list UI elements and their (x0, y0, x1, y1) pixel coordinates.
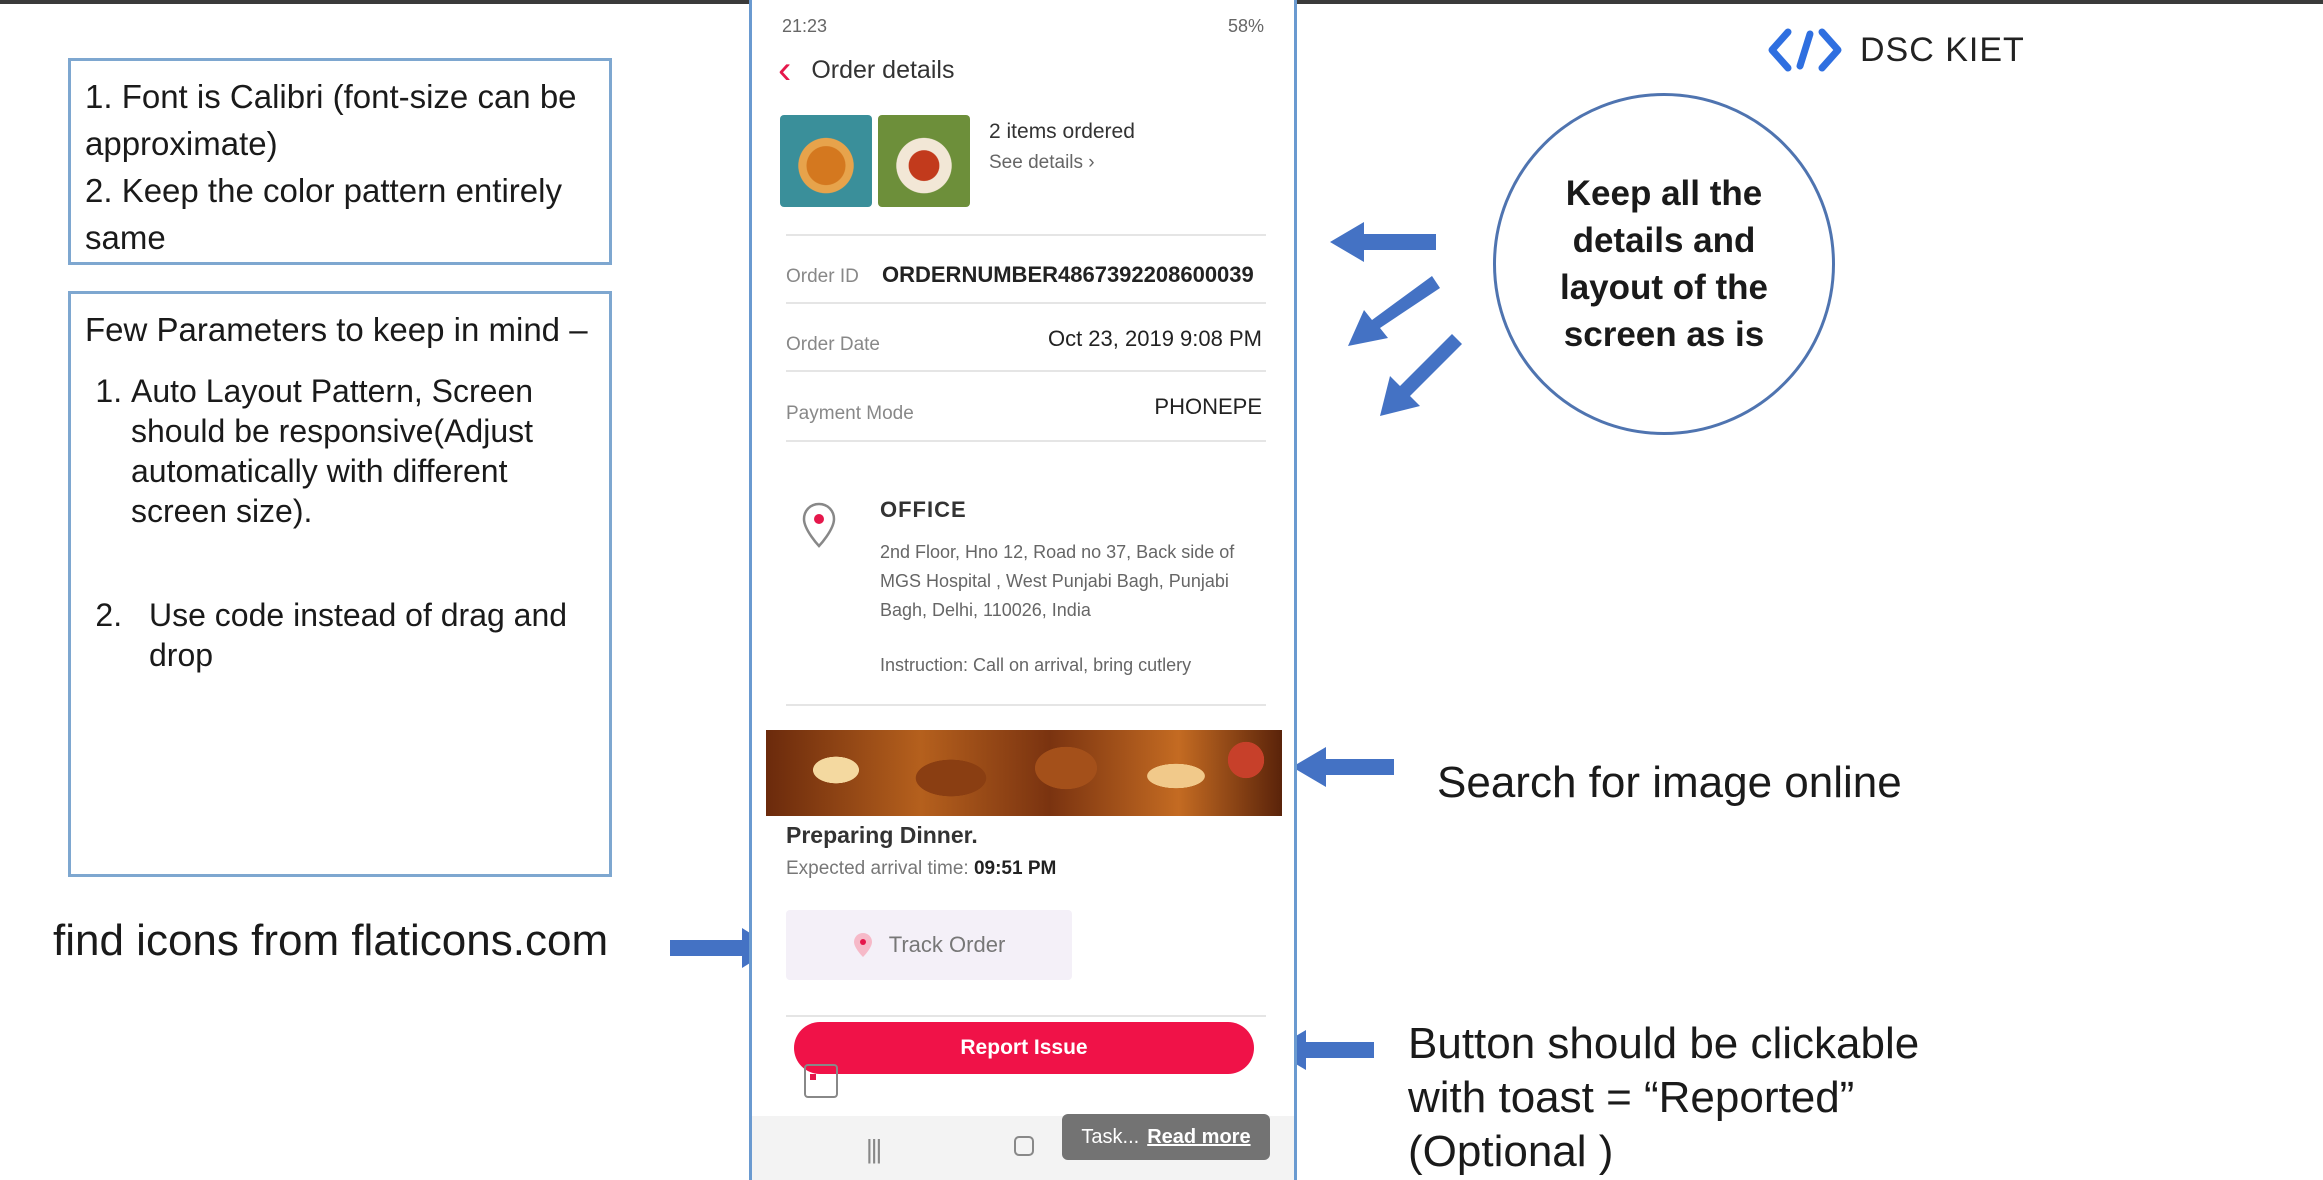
status-battery: 58% (1227, 16, 1264, 36)
location-pin-icon (853, 933, 872, 957)
toast-message: Task... Read more (1062, 1114, 1270, 1160)
image-annotation: Search for image online (1437, 758, 1902, 807)
expected-arrival-label: Expected arrival time: (786, 858, 969, 879)
address-text: 2nd Floor, Hno 12, Road no 37, Back side… (880, 542, 1235, 620)
delivery-instruction: Instruction: Call on arrival, bring cutl… (880, 655, 1192, 675)
food-thumbnail-1 (780, 115, 872, 207)
parameter-item-1: Auto Layout Pattern, Screen should be re… (131, 371, 595, 531)
expected-arrival-time: 09:51 PM (973, 858, 1057, 879)
logo-text: DSC KIET (1860, 30, 2025, 69)
home-icon[interactable] (1014, 1136, 1034, 1156)
order-id-value: ORDERNUMBER4867392208600039 (882, 262, 1254, 287)
layout-note-circle: Keep all the details and layout of the s… (1493, 93, 1835, 435)
button-annotation-line-3: (Optional ) (1408, 1127, 1614, 1176)
parameters-title: Few Parameters to keep in mind – (85, 311, 588, 348)
divider (786, 704, 1266, 706)
app-header: ‹ Order details (778, 48, 954, 92)
items-count: 2 items ordered (989, 120, 1135, 143)
chevron-left-icon[interactable]: ‹ (778, 50, 791, 90)
recents-icon[interactable]: ||| (866, 1134, 882, 1165)
divider (786, 440, 1266, 442)
font-note-box: 1. Font is Calibri (font-size can be app… (68, 58, 612, 265)
status-time: 21:23 (782, 16, 828, 36)
status-bar: 21:23 58% (752, 8, 1294, 46)
parameters-list: Auto Layout Pattern, Screen should be re… (85, 371, 595, 675)
food-banner-image (766, 730, 1282, 816)
divider (786, 370, 1266, 372)
report-issue-button[interactable]: Report Issue (794, 1022, 1254, 1074)
order-date-label: Order Date (786, 334, 880, 355)
arrow-left-icon-image (1292, 747, 1394, 787)
divider (786, 1015, 1266, 1017)
circle-text: Keep all the details and layout of the s… (1559, 174, 1769, 354)
divider (786, 234, 1266, 236)
see-details-link[interactable]: See details › (989, 152, 1095, 174)
order-id-label: Order ID (786, 266, 859, 287)
address-type: OFFICE (880, 497, 967, 522)
order-status-title: Preparing Dinner. (786, 822, 978, 848)
font-note-line-2: 2. Keep the color pattern entirely same (85, 172, 562, 256)
phone-screen: 21:23 58% ‹ Order details 2 items ordere… (749, 0, 1297, 1180)
button-annotation-line-2: with toast = “Reported” (1408, 1073, 1855, 1122)
parameters-note-box: Few Parameters to keep in mind – Auto La… (68, 291, 612, 877)
arrow-down-left-icon-2 (1380, 334, 1462, 416)
payment-mode-label: Payment Mode (786, 403, 914, 424)
location-pin-icon (802, 502, 836, 548)
toast-read-more-link[interactable]: Read more (1147, 1126, 1250, 1149)
icons-annotation: find icons from flaticons.com (53, 916, 609, 965)
code-brackets-icon (1768, 28, 1842, 72)
dsc-kiet-logo: DSC KIET (1766, 22, 2025, 78)
parameter-item-2: Use code instead of drag and drop (131, 595, 595, 675)
divider (786, 302, 1266, 304)
font-note-line-1: 1. Font is Calibri (font-size can be app… (85, 78, 577, 162)
track-order-button[interactable]: Track Order (786, 910, 1072, 980)
chat-icon[interactable] (804, 1064, 838, 1098)
toast-text: Task... (1081, 1125, 1140, 1148)
expected-arrival: Expected arrival time: 09:51 PM (786, 858, 1056, 880)
payment-mode-value: PHONEPE (1154, 394, 1262, 419)
track-order-label: Track Order (888, 932, 1006, 957)
arrow-left-icon (1330, 222, 1436, 262)
food-thumbnail-2 (878, 115, 970, 207)
order-date-value: Oct 23, 2019 9:08 PM (1047, 326, 1262, 351)
page-title: Order details (811, 55, 955, 84)
button-annotation-line-1: Button should be clickable (1408, 1019, 1920, 1068)
